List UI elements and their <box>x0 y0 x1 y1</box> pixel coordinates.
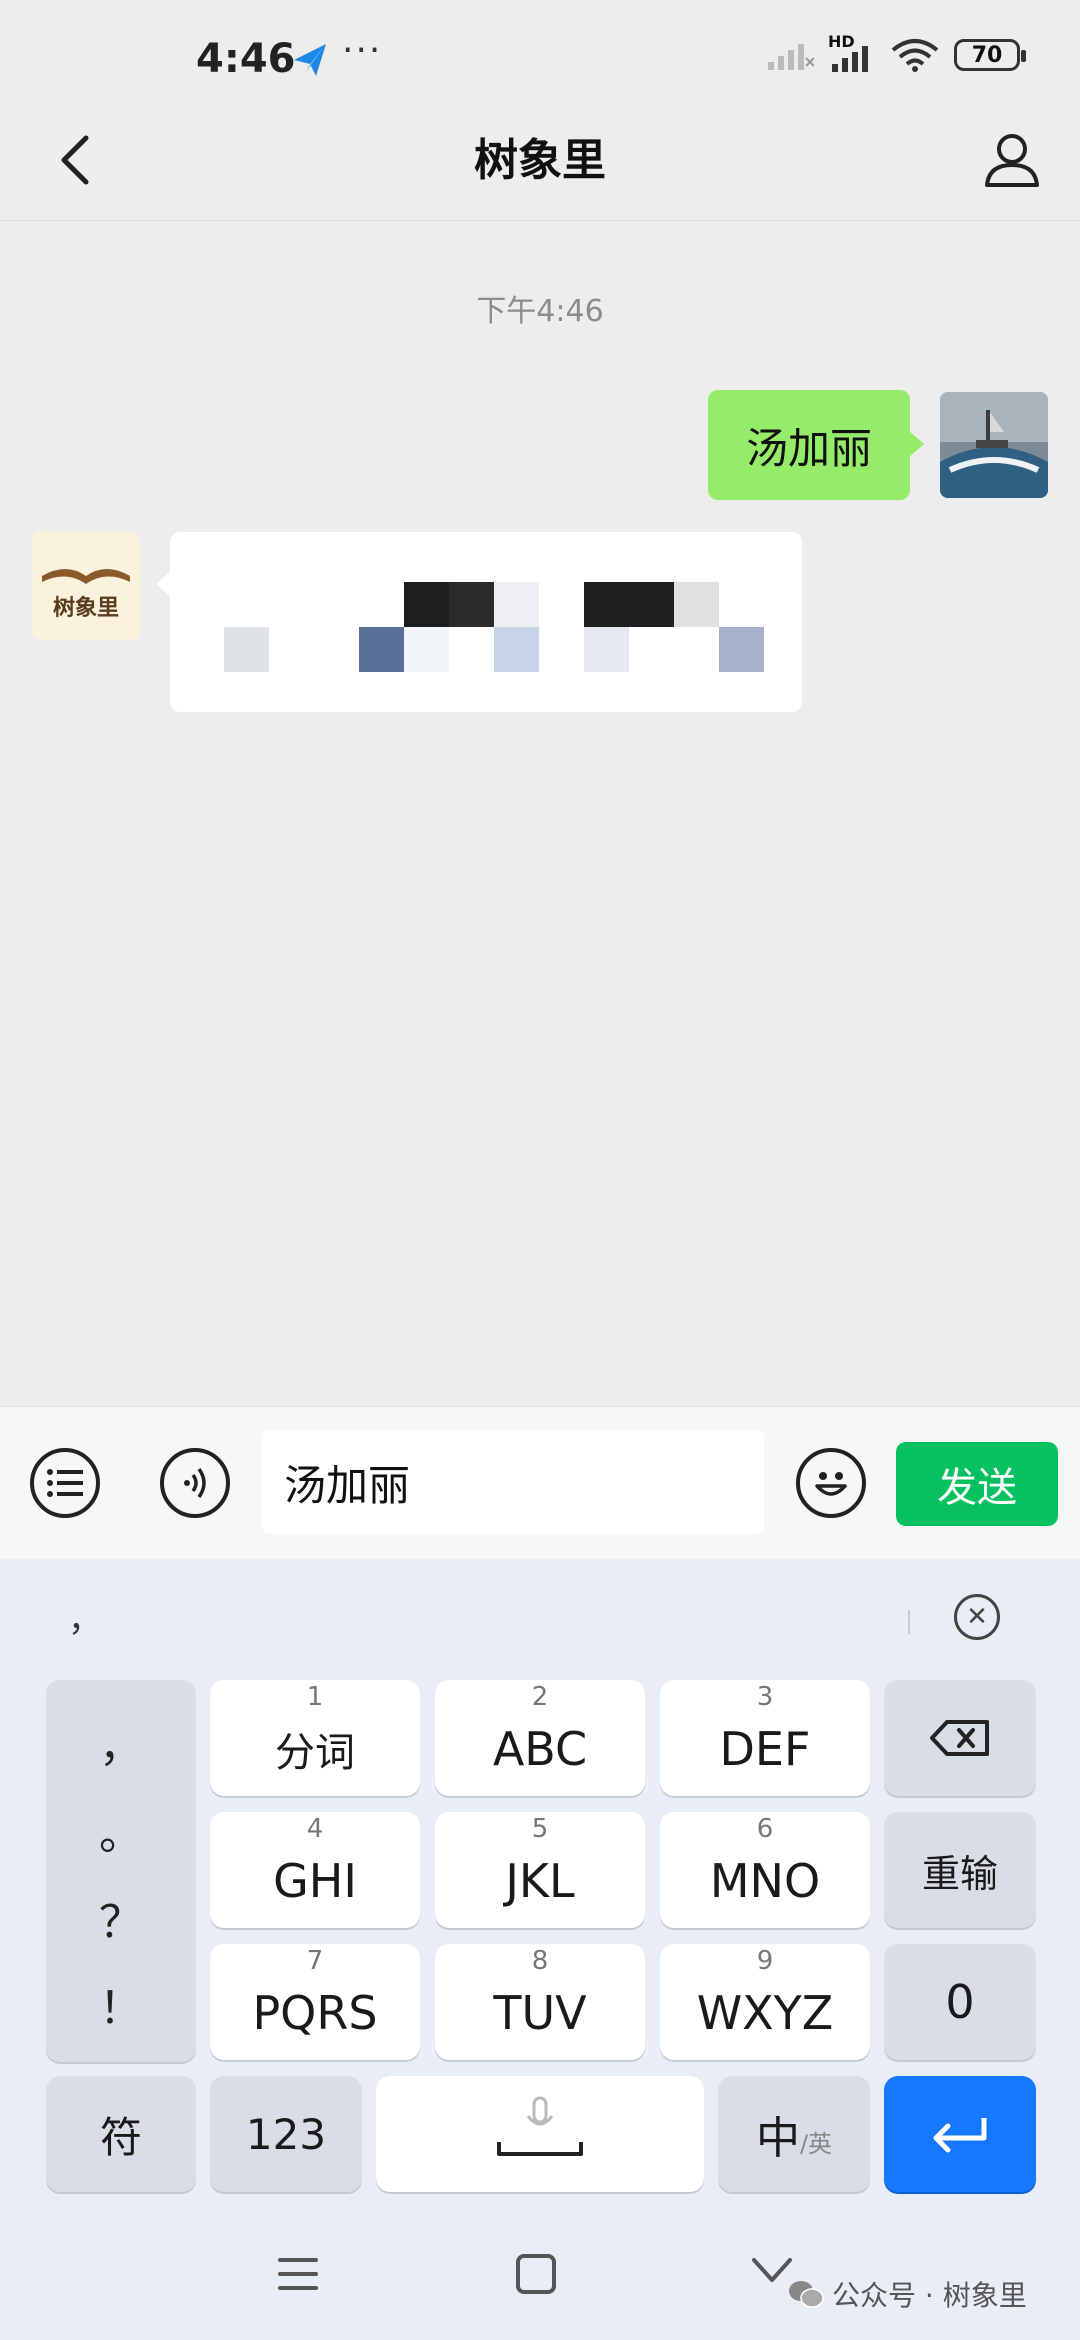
redaction-block <box>674 582 719 627</box>
message-input[interactable] <box>262 1430 764 1534</box>
voice-input-button[interactable] <box>160 1448 230 1518</box>
page-title: 树象里 <box>474 135 606 186</box>
backspace-icon <box>930 1720 989 1756</box>
wechat-logo-icon <box>789 2281 824 2308</box>
voice-icon <box>184 1467 206 1499</box>
list-icon <box>47 1469 83 1497</box>
enter-return-icon <box>933 2118 987 2153</box>
person-icon <box>985 134 1039 187</box>
redaction-block <box>224 627 269 672</box>
bot-avatar-label: 树象里 <box>52 595 119 621</box>
redaction-block <box>404 627 449 672</box>
user-avatar[interactable] <box>940 392 1048 498</box>
hamburger-icon <box>278 2258 318 2290</box>
status-time: 4:46 <box>196 36 296 82</box>
outgoing-message-bubble[interactable]: 汤加丽 <box>708 390 924 500</box>
punct-exclamation[interactable]: ！ <box>46 1972 196 2036</box>
status-indicators: HD 70 <box>766 32 1026 72</box>
key-1-split[interactable]: 1 分词 <box>210 1680 420 1796</box>
punct-comma[interactable]: ， <box>46 1710 196 1774</box>
status-more-icon: ··· <box>342 30 383 71</box>
signal-hd-icon: HD <box>828 32 876 72</box>
redaction-block <box>584 627 629 672</box>
key-3-def[interactable]: 3 DEF <box>660 1680 870 1796</box>
nav-menu-button[interactable] <box>276 2254 320 2298</box>
key-2-abc[interactable]: 2 ABC <box>435 1680 645 1796</box>
symbols-key[interactable]: 符 <box>46 2076 196 2192</box>
retype-key[interactable]: 重输 <box>884 1812 1036 1928</box>
key-5-jkl[interactable]: 5 JKL <box>435 1812 645 1928</box>
menu-list-button[interactable] <box>30 1448 100 1518</box>
message-timestamp: 下午4:46 <box>476 294 604 329</box>
redaction-block <box>404 582 449 627</box>
punct-question[interactable]: ？ <box>46 1886 196 1950</box>
key-0[interactable]: 0 <box>884 1944 1036 2060</box>
smiley-icon <box>815 1472 847 1496</box>
bot-avatar[interactable]: 树象里 <box>32 532 140 640</box>
redaction-block <box>494 627 539 672</box>
key-4-ghi[interactable]: 4 GHI <box>210 1812 420 1928</box>
key-6-mno[interactable]: 6 MNO <box>660 1812 870 1928</box>
key-7-pqrs[interactable]: 7 PQRS <box>210 1944 420 2060</box>
chat-info-button[interactable] <box>972 120 1052 200</box>
redaction-block <box>719 627 764 672</box>
key-8-tuv[interactable]: 8 TUV <box>435 1944 645 2060</box>
microphone-icon <box>497 2096 583 2156</box>
language-switch-key[interactable]: 中/英 <box>718 2076 870 2192</box>
battery-icon: 70 <box>954 39 1026 71</box>
key-9-wxyz[interactable]: 9 WXYZ <box>660 1944 870 2060</box>
enter-key[interactable] <box>884 2076 1036 2192</box>
redaction-block <box>359 627 404 672</box>
signal-weak-icon <box>768 44 814 70</box>
punct-period[interactable]: 。 <box>46 1798 196 1862</box>
nav-home-button[interactable] <box>514 2252 558 2300</box>
watermark: 公众号 · 树象里 <box>788 2274 1027 2314</box>
emoji-button[interactable] <box>796 1448 866 1518</box>
backspace-key[interactable] <box>884 1680 1036 1796</box>
outgoing-message-text: 汤加丽 <box>745 423 872 473</box>
candidate-divider <box>908 1610 910 1634</box>
redaction-block <box>584 582 629 627</box>
redaction-block <box>449 582 494 627</box>
send-button[interactable]: 发送 <box>896 1442 1058 1526</box>
paper-plane-icon <box>292 42 328 82</box>
incoming-message-bubble[interactable] <box>156 532 802 712</box>
punctuation-column[interactable]: ， 。 ？ ！ <box>46 1680 196 2062</box>
redaction-block <box>629 582 674 627</box>
redaction-block <box>494 582 539 627</box>
space-key[interactable] <box>376 2076 704 2192</box>
collapse-candidates-close-icon[interactable]: ✕ <box>954 1594 1000 1640</box>
home-square-icon <box>516 2254 556 2294</box>
candidate-comma[interactable]: ， <box>68 1592 102 1641</box>
wifi-icon <box>891 39 939 72</box>
numbers-key[interactable]: 123 <box>210 2076 362 2192</box>
